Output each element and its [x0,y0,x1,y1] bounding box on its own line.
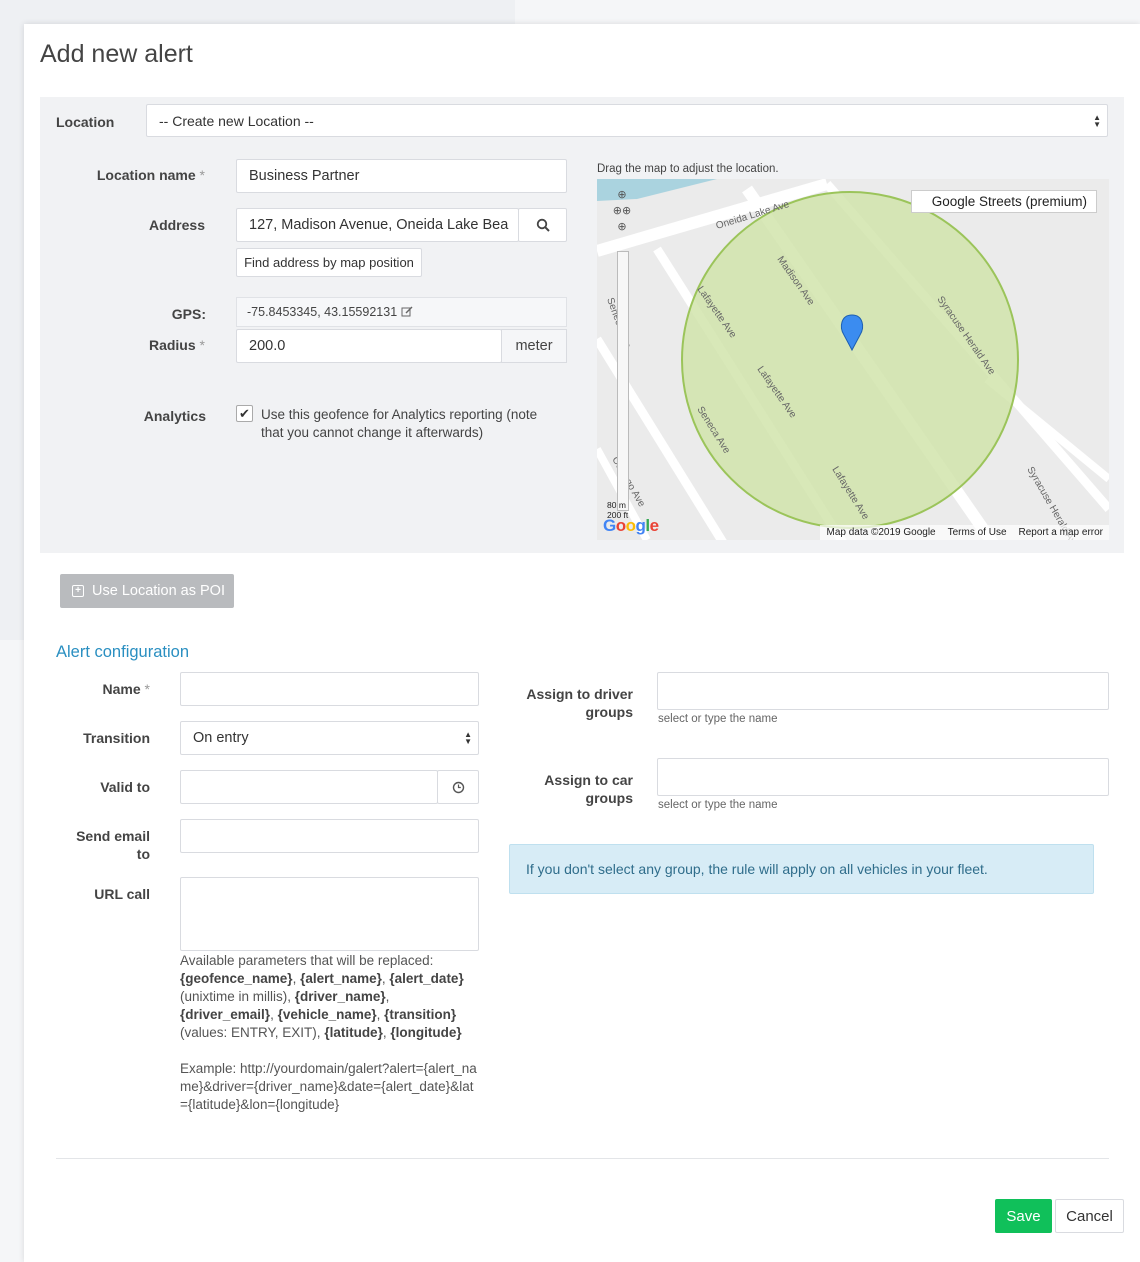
url-call-label: URL call [94,886,150,902]
map-canvas: Oneida Lake AveMadison AveSyracuse Heral… [597,179,1109,540]
plus-square-icon: + [72,585,84,597]
analytics-label: Analytics [143,408,206,424]
footer-divider [56,1158,1109,1159]
search-icon [536,218,550,232]
terms-link[interactable]: Terms of Use [948,527,1007,538]
url-call-textarea[interactable] [180,877,479,951]
driver-groups-hint: select or type the name [658,713,778,725]
gps-label: GPS: [171,306,206,322]
radius-unit: meter [501,329,567,363]
select-arrows-icon: ▲ ▼ [1093,112,1101,129]
analytics-checkbox[interactable]: ✔ [236,405,253,422]
transition-label: Transition [83,730,150,746]
driver-groups-label: Assign to driver groups [526,686,633,720]
zoom-slider[interactable] [617,251,629,511]
map-pan-control[interactable]: ⊕ ⊕⊕ ⊕ [607,187,637,237]
groups-info-alert: If you don't select any group, the rule … [509,844,1094,894]
find-address-button[interactable]: Find address by map position [236,248,422,277]
analytics-text: Use this geofence for Analytics reportin… [261,407,538,440]
cancel-button[interactable]: Cancel [1055,1199,1124,1233]
valid-to-input[interactable] [180,770,438,804]
car-groups-input[interactable] [657,758,1109,796]
location-name-input[interactable]: Business Partner [236,159,567,193]
alert-configuration-title: Alert configuration [56,643,189,661]
map-attribution: Map data ©2019 Google Terms of Use Repor… [820,525,1109,540]
send-email-input[interactable] [180,819,479,853]
add-alert-modal: Add new alert Location -- Create new Loc… [24,24,1140,1262]
select-arrows-icon: ▲ ▼ [464,730,472,746]
check-icon: ✔ [239,405,250,421]
location-select[interactable]: -- Create new Location -- ▲ ▼ [146,104,1108,137]
car-groups-hint: select or type the name [658,799,778,811]
use-location-as-poi-button[interactable]: + Use Location as POI [60,574,234,608]
location-name-label: Location name * [96,167,205,183]
address-search-button[interactable] [518,208,567,242]
modal-title: Add new alert [40,40,193,68]
map-type-selector[interactable]: Google Streets (premium) [910,190,1097,213]
location-label: Location [56,114,115,130]
gps-value: -75.8453345, 43.15592131 [236,297,567,327]
address-label: Address [148,217,205,233]
url-params-help: Available parameters that will be replac… [180,953,477,1112]
radius-input[interactable]: 200.0 [236,329,502,363]
save-button[interactable]: Save [995,1199,1052,1233]
map-hint: Drag the map to adjust the location. [597,163,779,175]
driver-groups-input[interactable] [657,672,1109,710]
clock-icon [452,781,464,793]
address-input[interactable]: 127, Madison Avenue, Oneida Lake Bea [236,208,519,242]
alert-name-input[interactable] [180,672,479,706]
google-logo: Google [603,516,659,535]
transition-select[interactable]: On entry ▲ ▼ [180,721,479,755]
map-view[interactable]: Oneida Lake Ave Madison Ave Syracuse Heral… [597,179,1109,540]
car-groups-label: Assign to car groups [544,772,633,806]
valid-to-clock-button[interactable] [437,770,479,804]
edit-icon[interactable] [401,306,413,318]
map-data-credit: Map data ©2019 Google [826,527,936,538]
location-select-value: -- Create new Location -- [159,112,314,129]
radius-label: Radius * [148,337,205,353]
alert-name-label: Name * [102,681,150,697]
send-email-label: Send email to [76,828,150,862]
report-error-link[interactable]: Report a map error [1019,527,1103,538]
valid-to-label: Valid to [100,779,150,795]
